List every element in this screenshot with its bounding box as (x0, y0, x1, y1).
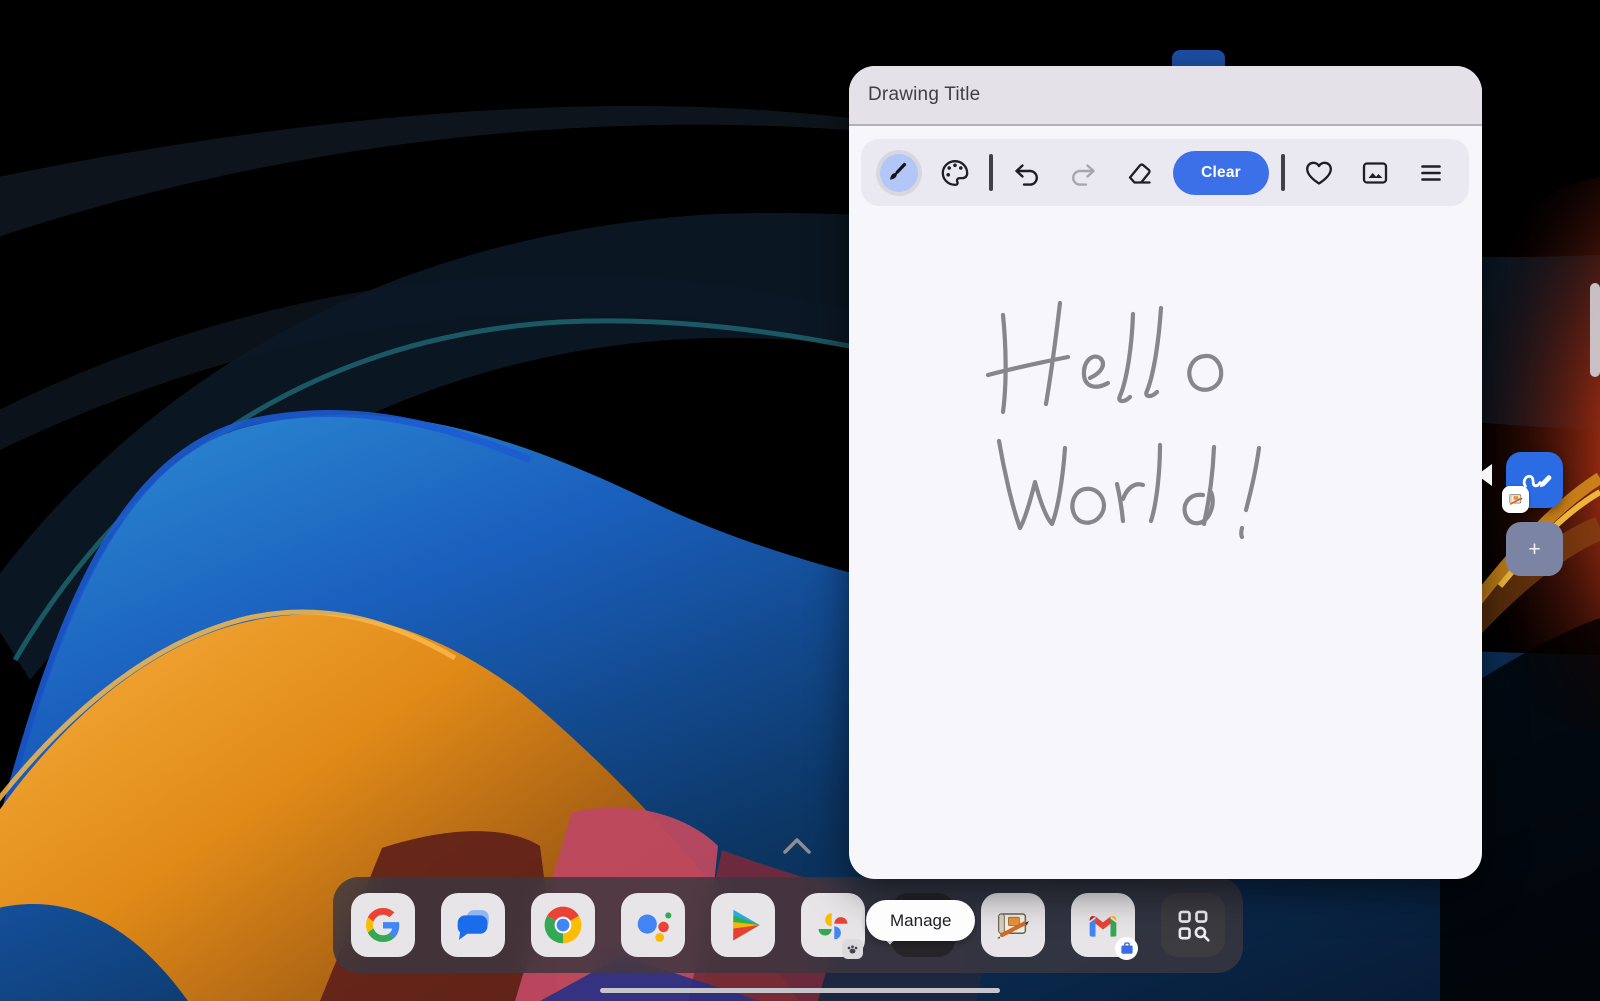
dock-app-photos[interactable] (801, 893, 865, 957)
palette-tool-button[interactable] (933, 151, 977, 195)
google-icon (366, 908, 400, 942)
brush-tool-button[interactable] (877, 151, 921, 195)
heart-icon (1303, 157, 1335, 189)
brush-icon (883, 157, 915, 189)
notes-app-icon (991, 903, 1035, 947)
insert-image-button[interactable] (1353, 151, 1397, 195)
hamburger-menu-icon (1415, 157, 1447, 189)
toolbar-divider (989, 154, 993, 191)
drawing-bubble-button[interactable] (1506, 452, 1563, 508)
plus-icon: + (1528, 539, 1540, 560)
undo-button[interactable] (1005, 151, 1049, 195)
scrollbar-pill[interactable] (1590, 283, 1600, 377)
favorite-button[interactable] (1297, 151, 1341, 195)
dock-app-play-store[interactable] (711, 893, 775, 957)
messages-icon (452, 904, 494, 946)
gesture-navigation-bar[interactable] (600, 988, 1000, 993)
menu-button[interactable] (1409, 151, 1453, 195)
redo-icon (1067, 157, 1099, 189)
palette-icon (939, 157, 971, 189)
clear-button[interactable]: Clear (1173, 151, 1269, 195)
assistant-icon (630, 902, 676, 948)
eraser-icon (1123, 157, 1155, 189)
android-tablet-desktop: Hello World! Drawing Title (0, 0, 1600, 1001)
dock-app-chrome[interactable] (531, 893, 595, 957)
app-drawer-search-icon (1172, 904, 1214, 946)
dock-app-drawer[interactable] (1161, 893, 1225, 957)
notes-app-mini-icon (1506, 490, 1525, 509)
dock-app-messages[interactable] (441, 893, 505, 957)
drawing-toolbar: Clear (861, 139, 1469, 206)
toolbar-divider (1281, 154, 1285, 191)
window-title: Drawing Title (868, 84, 980, 106)
dock-app-assistant[interactable] (621, 893, 685, 957)
dock-app-gmail[interactable] (1071, 893, 1135, 957)
eraser-tool-button[interactable] (1117, 151, 1161, 195)
bubble-pointer (1477, 464, 1492, 486)
redo-button[interactable] (1061, 151, 1105, 195)
play-store-icon (722, 904, 764, 946)
chevron-up-icon[interactable] (783, 838, 811, 854)
image-icon (1359, 157, 1391, 189)
gmail-icon (1083, 905, 1123, 945)
dock-app-google[interactable] (351, 893, 415, 957)
add-bubble-button[interactable]: + (1506, 522, 1563, 576)
window-titlebar[interactable]: Drawing Title (849, 66, 1482, 126)
chrome-icon (542, 904, 584, 946)
notes-app-badge (1502, 486, 1529, 513)
taskbar-dock (333, 877, 1243, 973)
briefcase-icon (1120, 942, 1134, 955)
undo-icon (1011, 157, 1043, 189)
paw-badge (842, 939, 863, 959)
drawing-app-window: Hello World! Drawing Title (849, 66, 1482, 879)
paw-icon (845, 942, 860, 956)
manage-button[interactable]: Manage (866, 900, 975, 941)
work-profile-badge (1115, 937, 1138, 960)
dock-app-notes[interactable] (981, 893, 1045, 957)
